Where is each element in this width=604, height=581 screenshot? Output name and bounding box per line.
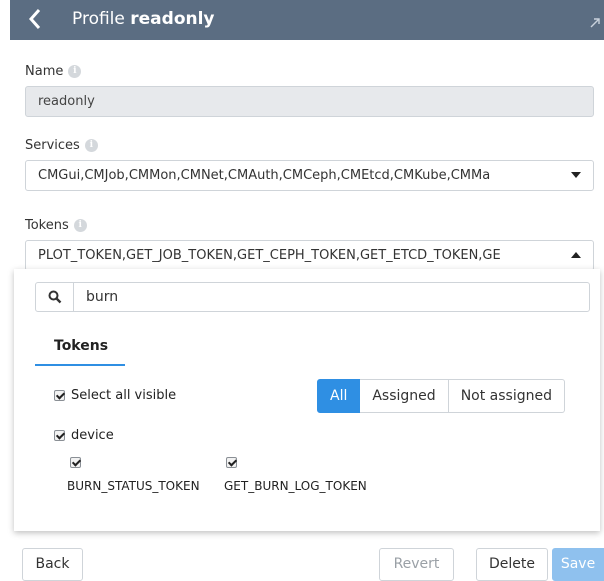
title-bar: Profile readonly [10, 0, 604, 40]
info-icon[interactable]: i [84, 139, 98, 152]
name-label: Name i [25, 64, 82, 79]
delete-button[interactable]: Delete [476, 548, 548, 581]
title-prefix: Profile [72, 9, 125, 29]
search-icon [36, 283, 74, 311]
assignment-filter: All Assigned Not assigned [317, 379, 565, 413]
name-label-text: Name [25, 64, 64, 79]
tab-tokens[interactable]: Tokens [35, 327, 125, 366]
services-value: CMGui,CMJob,CMMon,CMNet,CMAuth,CMCeph,CM… [38, 168, 491, 183]
back-chevron-button[interactable] [24, 4, 46, 34]
save-button[interactable]: Save [552, 548, 604, 581]
page-title: Profile readonly [72, 8, 215, 30]
services-label-text: Services [25, 138, 80, 153]
tokens-label-text: Tokens [25, 218, 69, 233]
token-label-get-burn-log[interactable]: GET_BURN_LOG_TOKEN [224, 479, 367, 493]
expand-icon[interactable] [590, 18, 602, 34]
chevron-left-icon [28, 9, 41, 29]
info-icon[interactable]: i [68, 65, 82, 78]
filter-all-button[interactable]: All [317, 379, 361, 413]
profile-name: readonly [130, 9, 215, 29]
services-label: Services i [25, 138, 98, 153]
caret-down-icon [571, 172, 581, 178]
back-button[interactable]: Back [22, 548, 83, 581]
search-box[interactable]: burn [35, 282, 590, 312]
tokens-select[interactable]: PLOT_TOKEN,GET_JOB_TOKEN,GET_CEPH_TOKEN,… [25, 240, 594, 271]
select-all-label: Select all visible [71, 388, 177, 403]
tokens-dropdown-panel: burn Tokens Select all visible All Assig… [14, 269, 600, 531]
caret-up-icon [571, 252, 581, 258]
token-checkbox-burn-status[interactable] [70, 457, 81, 468]
select-all-visible-checkbox[interactable]: Select all visible [54, 388, 176, 403]
services-select[interactable]: CMGui,CMJob,CMMon,CMNet,CMAuth,CMCeph,CM… [25, 160, 594, 191]
name-field: readonly [25, 86, 594, 117]
revert-button[interactable]: Revert [379, 548, 454, 581]
name-value: readonly [38, 94, 95, 109]
group-device-label: device [71, 428, 114, 443]
tokens-label: Tokens i [25, 218, 87, 233]
checkbox-checked-icon[interactable] [54, 430, 65, 441]
token-checkbox-get-burn-log[interactable] [226, 457, 237, 468]
tokens-value: PLOT_TOKEN,GET_JOB_TOKEN,GET_CEPH_TOKEN,… [38, 248, 501, 263]
info-icon[interactable]: i [73, 219, 87, 232]
group-device-checkbox[interactable]: device [54, 428, 114, 443]
token-label-burn-status[interactable]: BURN_STATUS_TOKEN [67, 479, 200, 493]
search-input[interactable]: burn [86, 283, 118, 311]
checkbox-checked-icon[interactable] [54, 390, 65, 401]
filter-not-assigned-button[interactable]: Not assigned [448, 379, 565, 413]
filter-assigned-button[interactable]: Assigned [360, 379, 449, 413]
